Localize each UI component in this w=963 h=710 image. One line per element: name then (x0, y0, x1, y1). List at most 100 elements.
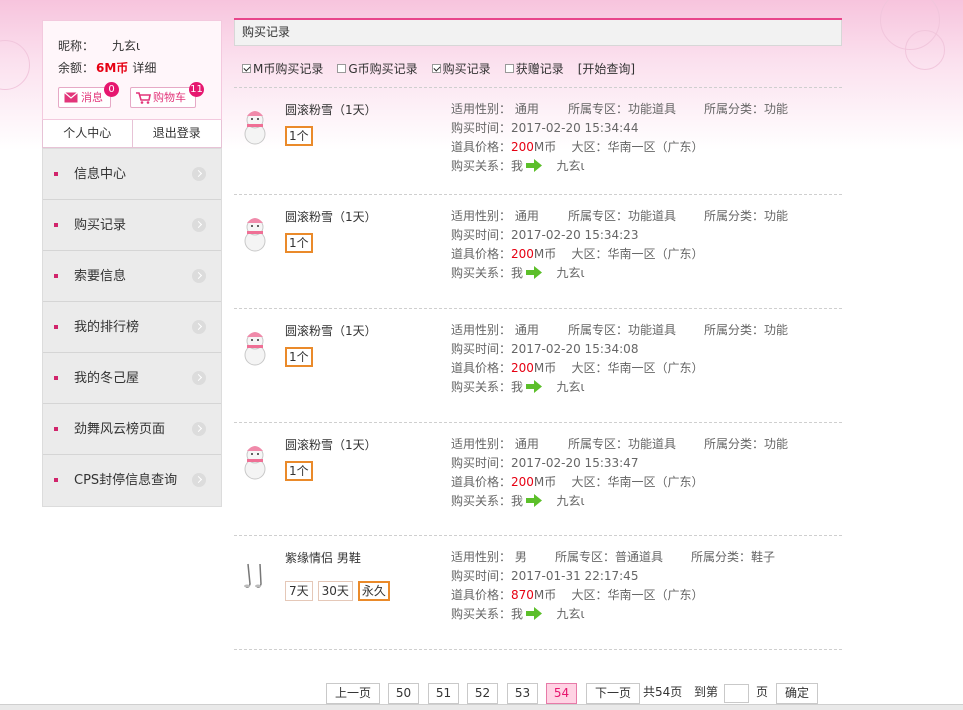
checkbox[interactable] (431, 63, 441, 73)
relation-to: 九玄ι (556, 494, 585, 508)
item-name: 紫缘情侣 男鞋 (285, 551, 361, 565)
price-value: 200 (511, 247, 534, 261)
relation-from: 我 (511, 607, 524, 621)
relation-label: 购买关系： (451, 159, 512, 173)
sidebar-item-request-info[interactable]: 索要信息 (43, 251, 221, 302)
gender-value: 通用 (514, 102, 539, 116)
option-chips: 1个 (285, 347, 318, 367)
sidebar-item-my-house[interactable]: 我的冬己屋 (43, 353, 221, 404)
chevron-right-icon (192, 320, 206, 334)
purchase-time: 购买时间：2017-02-20 15:34:44 (451, 121, 639, 135)
page-button-53[interactable]: 53 (507, 683, 538, 704)
filter-bar: M币购买记录 G币购买记录 购买记录 获赠记录 [开始查询] (242, 58, 635, 78)
filter-m-coin[interactable]: M币购买记录 (242, 60, 323, 77)
checkbox[interactable] (242, 63, 251, 73)
option-chip[interactable]: 1个 (285, 347, 313, 367)
page-button-52[interactable]: 52 (467, 683, 498, 704)
option-chip[interactable]: 永久 (357, 581, 390, 601)
checkbox[interactable] (504, 63, 514, 73)
chevron-right-icon (192, 269, 206, 283)
zone-field: 所属专区：功能道具 (568, 102, 677, 116)
gender-field: 适用性别： 男 (451, 548, 527, 567)
option-chip[interactable]: 1个 (285, 126, 313, 146)
sidebar-item-label: 信息中心 (74, 167, 127, 182)
chevron-right-icon (192, 371, 206, 385)
sidebar-item-info-center[interactable]: 信息中心 (43, 149, 221, 200)
price-value: 870 (511, 588, 534, 602)
option-chips: 1个 (285, 461, 318, 481)
bullet-icon (54, 478, 58, 482)
page-button-54-current[interactable]: 54 (546, 683, 577, 704)
gender-field: 适用性别： 通用 (451, 207, 539, 226)
category-field: 所属分类：鞋子 (691, 550, 776, 564)
chevron-right-icon (192, 473, 206, 487)
sidebar-item-cps-ban-query[interactable]: CPS封停信息查询 (43, 455, 221, 506)
checkbox[interactable] (337, 63, 347, 73)
relation-to: 九玄ι (556, 159, 585, 173)
purchase-time: 购买时间：2017-02-20 15:34:08 (451, 342, 639, 356)
item-info: 适用性别： 通用 所属专区：功能道具 所属分类：功能 购买时间：2017-02-20 … (451, 321, 788, 397)
tab-personal-center[interactable]: 个人中心 (43, 120, 132, 147)
option-chip[interactable]: 7天 (285, 581, 313, 601)
region-field: 大区：华南一区（广东） (571, 475, 704, 489)
sidebar-item-purchase-records[interactable]: 购买记录 (43, 200, 221, 251)
price-value: 200 (511, 361, 534, 375)
snowman-icon (238, 106, 272, 146)
next-page-button[interactable]: 下一页 (586, 683, 640, 704)
page-button-51[interactable]: 51 (428, 683, 459, 704)
relation-label: 购买关系： (451, 266, 512, 280)
cart-button[interactable]: 购物车 (130, 87, 196, 108)
divider (234, 649, 842, 650)
region-field: 大区：华南一区（广东） (571, 361, 704, 375)
zone-field: 所属专区：普通道具 (555, 550, 664, 564)
goto-page-input[interactable] (724, 684, 749, 703)
record-item: 圆滚粉雪（1天） 1个 适用性别： 通用 所属专区：功能道具 所属分类：功能 购买时间：2… (234, 308, 842, 422)
zone-field: 所属专区：功能道具 (568, 209, 677, 223)
filter-label: G币购买记录 (348, 61, 418, 76)
cart-label: 购物车 (153, 91, 186, 104)
price-label: 道具价格： (451, 361, 512, 375)
record-item: 圆滚粉雪（1天） 1个 适用性别： 通用 所属专区：功能道具 所属分类：功能 购买时间：2… (234, 87, 842, 201)
arrow-right-icon (526, 266, 543, 279)
option-chip[interactable]: 30天 (317, 581, 353, 601)
option-chip[interactable]: 1个 (285, 233, 313, 253)
relation-label: 购买关系： (451, 607, 512, 621)
category-field: 所属分类：功能 (704, 209, 789, 223)
relation-from: 我 (511, 266, 524, 280)
page-button-50[interactable]: 50 (388, 683, 419, 704)
sidebar-item-label: 我的排行榜 (74, 320, 140, 335)
gender-label: 适用性别： (451, 550, 512, 564)
relation-from: 我 (511, 159, 524, 173)
balance-value: 6M币 (96, 61, 129, 75)
item-info: 适用性别： 通用 所属专区：功能道具 所属分类：功能 购买时间：2017-02-20 … (451, 100, 788, 176)
decor-swirl (0, 40, 30, 90)
option-chip[interactable]: 1个 (285, 461, 313, 481)
region-field: 大区：华南一区（广东） (571, 588, 704, 602)
prev-page-button[interactable]: 上一页 (326, 683, 380, 704)
record-item: 圆滚粉雪（1天） 1个 适用性别： 通用 所属专区：功能道具 所属分类：功能 购买时间：2… (234, 422, 842, 536)
relation-label: 购买关系： (451, 380, 512, 394)
bullet-icon (54, 325, 58, 329)
balance-detail-link[interactable]: 详细 (132, 61, 156, 75)
sidebar-item-ranking-page[interactable]: 劲舞风云榜页面 (43, 404, 221, 455)
decor-swirl (905, 30, 945, 70)
category-field: 所属分类：功能 (704, 323, 789, 337)
filter-purchase[interactable]: 购买记录 (431, 60, 491, 77)
confirm-button[interactable]: 确定 (776, 683, 818, 704)
relation-to: 九玄ι (556, 607, 585, 621)
gender-value: 男 (514, 550, 527, 564)
arrow-right-icon (526, 159, 543, 172)
sidebar-item-my-ranking[interactable]: 我的排行榜 (43, 302, 221, 353)
filter-gift[interactable]: 获赠记录 (504, 60, 564, 77)
tab-logout[interactable]: 退出登录 (131, 120, 222, 147)
purchase-time: 购买时间：2017-01-31 22:17:45 (451, 569, 639, 583)
price-unit: M币 (533, 140, 557, 154)
price-label: 道具价格： (451, 247, 512, 261)
nickname-row: 昵称： 九玄ι (58, 35, 221, 57)
filter-label: 购买记录 (442, 61, 491, 76)
record-item: 圆滚粉雪（1天） 1个 适用性别： 通用 所属专区：功能道具 所属分类：功能 购买时间：2… (234, 194, 842, 308)
filter-g-coin[interactable]: G币购买记录 (337, 60, 418, 77)
start-query-button[interactable]: [开始查询] (578, 60, 635, 77)
nickname-label: 昵称： (58, 39, 95, 53)
sidebar: 昵称： 九玄ι 余额： 6M币 详细 消息 0 购物车 11 个人中心 退出登录 信息… (42, 20, 222, 507)
